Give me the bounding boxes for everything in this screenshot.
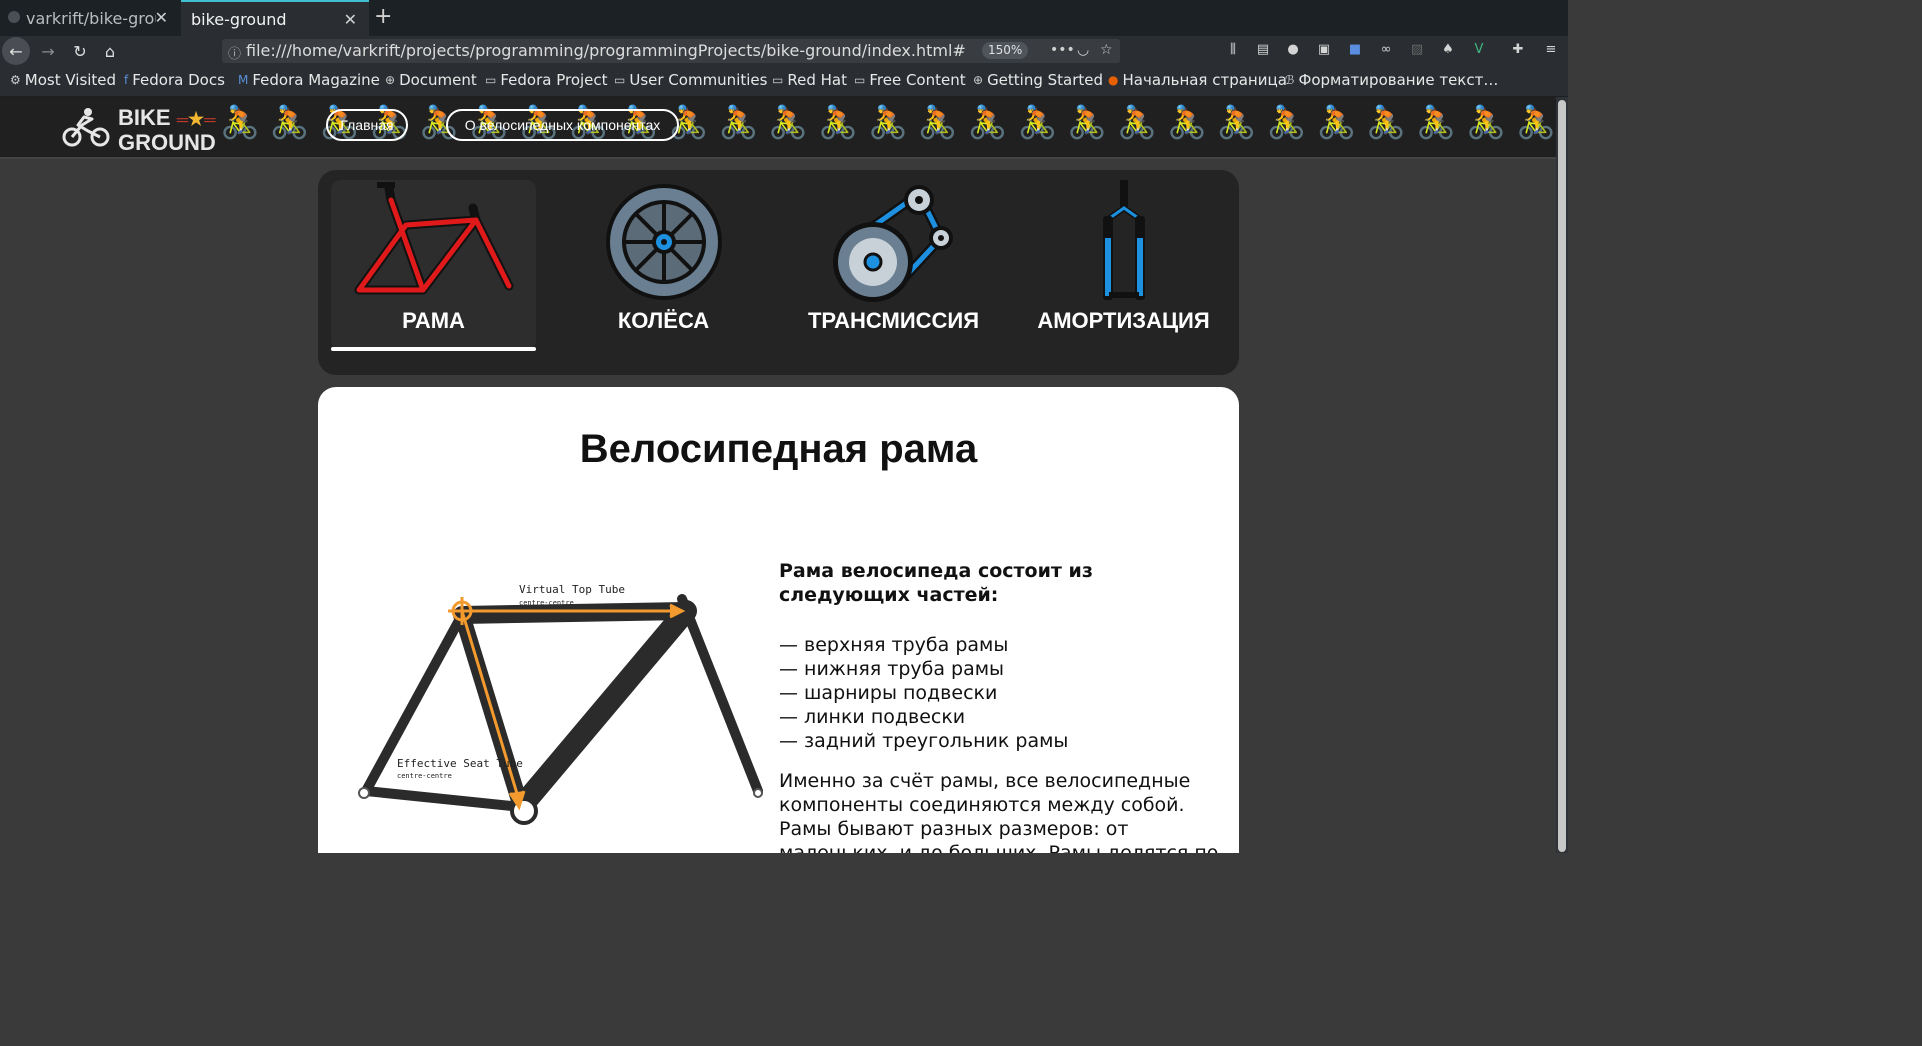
bookmarks-bar: ⚙ Most Visited f Fedora Docs M Fedora Magaz… xyxy=(0,66,1568,97)
bookmark-item[interactable]: M Fedora Magazine xyxy=(238,71,380,89)
category-transmission[interactable]: ТРАНСМИССИЯ xyxy=(791,180,996,350)
bookmark-star-icon[interactable]: ☆ xyxy=(1100,42,1113,58)
active-category-indicator xyxy=(331,347,536,351)
info-icon[interactable]: ⓘ xyxy=(228,43,241,62)
extension-icon[interactable]: ♠ xyxy=(1440,42,1456,58)
extensions-icon[interactable]: ✚ xyxy=(1510,42,1526,58)
list-item: — задний треугольник рамы xyxy=(779,730,1069,752)
page-icon: ℬ xyxy=(1285,73,1295,87)
bookmark-item[interactable]: ℬ Форматирование текст… xyxy=(1285,71,1498,89)
gear-chain-icon xyxy=(833,185,953,302)
bookmark-item[interactable]: ⊕ Document xyxy=(385,71,477,89)
extension-icon[interactable]: ■ xyxy=(1347,42,1363,58)
bookmark-folder[interactable]: ▭ Free Content xyxy=(854,71,966,89)
bookmark-item[interactable]: ⚙ Most Visited xyxy=(10,71,116,89)
folder-icon: ▭ xyxy=(772,73,784,87)
bookmark-folder[interactable]: ▭ Red Hat xyxy=(772,71,847,89)
close-tab-icon[interactable]: ✕ xyxy=(155,8,168,27)
sidebar-icon[interactable]: ▤ xyxy=(1255,42,1271,58)
seat-tube-sublabel: centre-centre xyxy=(397,772,452,780)
new-tab-icon[interactable]: + xyxy=(374,4,392,29)
tab-active[interactable]: bike-ground ✕ xyxy=(181,0,369,36)
folder-icon: ▭ xyxy=(614,73,626,87)
top-tube-label: Virtual Top Tube xyxy=(519,585,625,596)
bookmark-folder[interactable]: ▭ Fedora Project xyxy=(485,71,608,89)
scrollbar-thumb[interactable] xyxy=(1558,100,1566,852)
category-label: АМОРТИЗАЦИЯ xyxy=(1037,308,1210,333)
nav-about-button[interactable]: О велосипедных компонентах xyxy=(446,109,679,141)
category-suspension[interactable]: АМОРТИЗАЦИЯ xyxy=(1021,180,1226,350)
page-viewport: 🚴🚴🚴🚴🚴🚴🚴🚴🚴🚴🚴🚴🚴🚴🚴🚴🚴🚴🚴🚴🚴🚴🚴🚴🚴🚴🚴🚴🚴🚴 BIKE ═★═ … xyxy=(0,97,1556,853)
suspension-fork-icon xyxy=(1103,180,1145,300)
bookmark-item[interactable]: f Fedora Docs xyxy=(124,71,225,89)
browser-tabbar: varkrift/bike-grou ✕ bike-ground ✕ + xyxy=(0,0,1568,36)
tab-inactive[interactable]: varkrift/bike-grou ✕ xyxy=(0,0,180,36)
header-pattern: 🚴🚴🚴🚴🚴🚴🚴🚴🚴🚴🚴🚴🚴🚴🚴🚴🚴🚴🚴🚴🚴🚴🚴🚴🚴🚴🚴🚴🚴🚴 xyxy=(220,103,1556,141)
back-button[interactable]: ← xyxy=(2,37,30,65)
list-item: — верхняя труба рамы xyxy=(779,634,1009,656)
nav-home-button[interactable]: Главная xyxy=(326,109,408,141)
content-card: Велосипедная рама Virtual Top Tube centr… xyxy=(318,387,1239,853)
site-header: 🚴🚴🚴🚴🚴🚴🚴🚴🚴🚴🚴🚴🚴🚴🚴🚴🚴🚴🚴🚴🚴🚴🚴🚴🚴🚴🚴🚴🚴🚴 BIKE ═★═ … xyxy=(0,97,1556,159)
logo-text: BIKE ═★═ GROUND xyxy=(118,105,216,155)
category-panel: РАМА КОЛЁСА ТРАНСМИССИЯ АМОРТИЗАЦИЯ xyxy=(318,170,1239,375)
reload-button[interactable]: ↻ xyxy=(70,36,90,66)
site-logo[interactable]: BIKE ═★═ GROUND xyxy=(62,105,222,155)
page-title: Велосипедная рама xyxy=(579,427,978,471)
category-label: РАМА xyxy=(402,308,465,333)
list-item: — нижняя труба рамы xyxy=(779,658,1005,680)
home-button[interactable]: ⌂ xyxy=(100,36,120,66)
bike-frame-icon xyxy=(354,182,514,295)
category-frame[interactable]: РАМА xyxy=(331,180,536,350)
firefox-icon: ● xyxy=(1108,73,1119,87)
wheel-icon xyxy=(606,184,722,300)
page-actions-icon[interactable]: ••• xyxy=(1050,42,1075,58)
list-item: — шарниры подвески xyxy=(779,682,998,704)
category-wheels[interactable]: КОЛЁСА xyxy=(561,180,766,350)
library-icon[interactable]: ⫼ xyxy=(1225,42,1241,58)
parts-heading: Рама велосипеда состоит из следующих час… xyxy=(779,560,1093,606)
close-tab-icon[interactable]: ✕ xyxy=(344,10,357,29)
frame-description: Рама велосипеда состоит из следующих час… xyxy=(779,559,1219,853)
globe-icon: ⊕ xyxy=(973,73,984,87)
list-item: — линки подвески xyxy=(779,706,966,728)
frame-geometry-image: Virtual Top Tube centre-centre Effective… xyxy=(358,585,763,825)
fedora-magazine-icon: M xyxy=(238,73,249,87)
scrollbar[interactable] xyxy=(1556,97,1568,853)
cyclist-icon xyxy=(62,108,110,147)
menu-icon[interactable]: ≡ xyxy=(1543,42,1559,58)
bookmark-item[interactable]: ● Начальная страница xyxy=(1108,71,1287,89)
bookmark-item[interactable]: ⊕ Getting Started xyxy=(973,71,1103,89)
folder-icon: ▭ xyxy=(854,73,866,87)
bookmark-folder[interactable]: ▭ User Communities xyxy=(614,71,767,89)
globe-icon: ⊕ xyxy=(385,73,396,87)
url-text[interactable]: file:///home/varkrift/projects/programmi… xyxy=(246,41,966,60)
url-bar[interactable]: ⓘ file:///home/varkrift/projects/program… xyxy=(222,39,1120,63)
parts-list: — верхняя труба рамы — нижняя труба рамы… xyxy=(779,633,1219,753)
browser-navbar: ← → ↻ ⌂ ⓘ file:///home/varkrift/projects… xyxy=(0,36,1568,66)
zoom-indicator[interactable]: 150% xyxy=(982,42,1029,59)
screenshot-icon[interactable]: ▣ xyxy=(1316,42,1332,58)
forward-button[interactable]: → xyxy=(38,36,58,66)
body-text: Именно за счёт рамы, все велосипедные ко… xyxy=(779,770,1219,853)
glasses-icon[interactable]: ∞ xyxy=(1378,42,1394,58)
seat-tube-label: Effective Seat Tube xyxy=(397,757,523,770)
top-tube-sublabel: centre-centre xyxy=(519,599,574,607)
github-icon xyxy=(8,11,20,23)
category-label: КОЛЁСА xyxy=(617,308,710,333)
category-label: ТРАНСМИССИЯ xyxy=(807,308,980,333)
gear-icon: ⚙ xyxy=(10,73,21,87)
pocket-icon[interactable]: ◡ xyxy=(1077,42,1089,58)
folder-icon: ▭ xyxy=(485,73,497,87)
fedora-icon: f xyxy=(124,73,129,87)
extension-icon[interactable]: ▨ xyxy=(1409,42,1425,58)
account-icon[interactable]: ● xyxy=(1285,42,1301,58)
vue-devtools-icon[interactable]: V xyxy=(1471,42,1487,58)
tab-title: varkrift/bike-grou xyxy=(26,8,156,28)
tab-title: bike-ground xyxy=(191,9,287,29)
